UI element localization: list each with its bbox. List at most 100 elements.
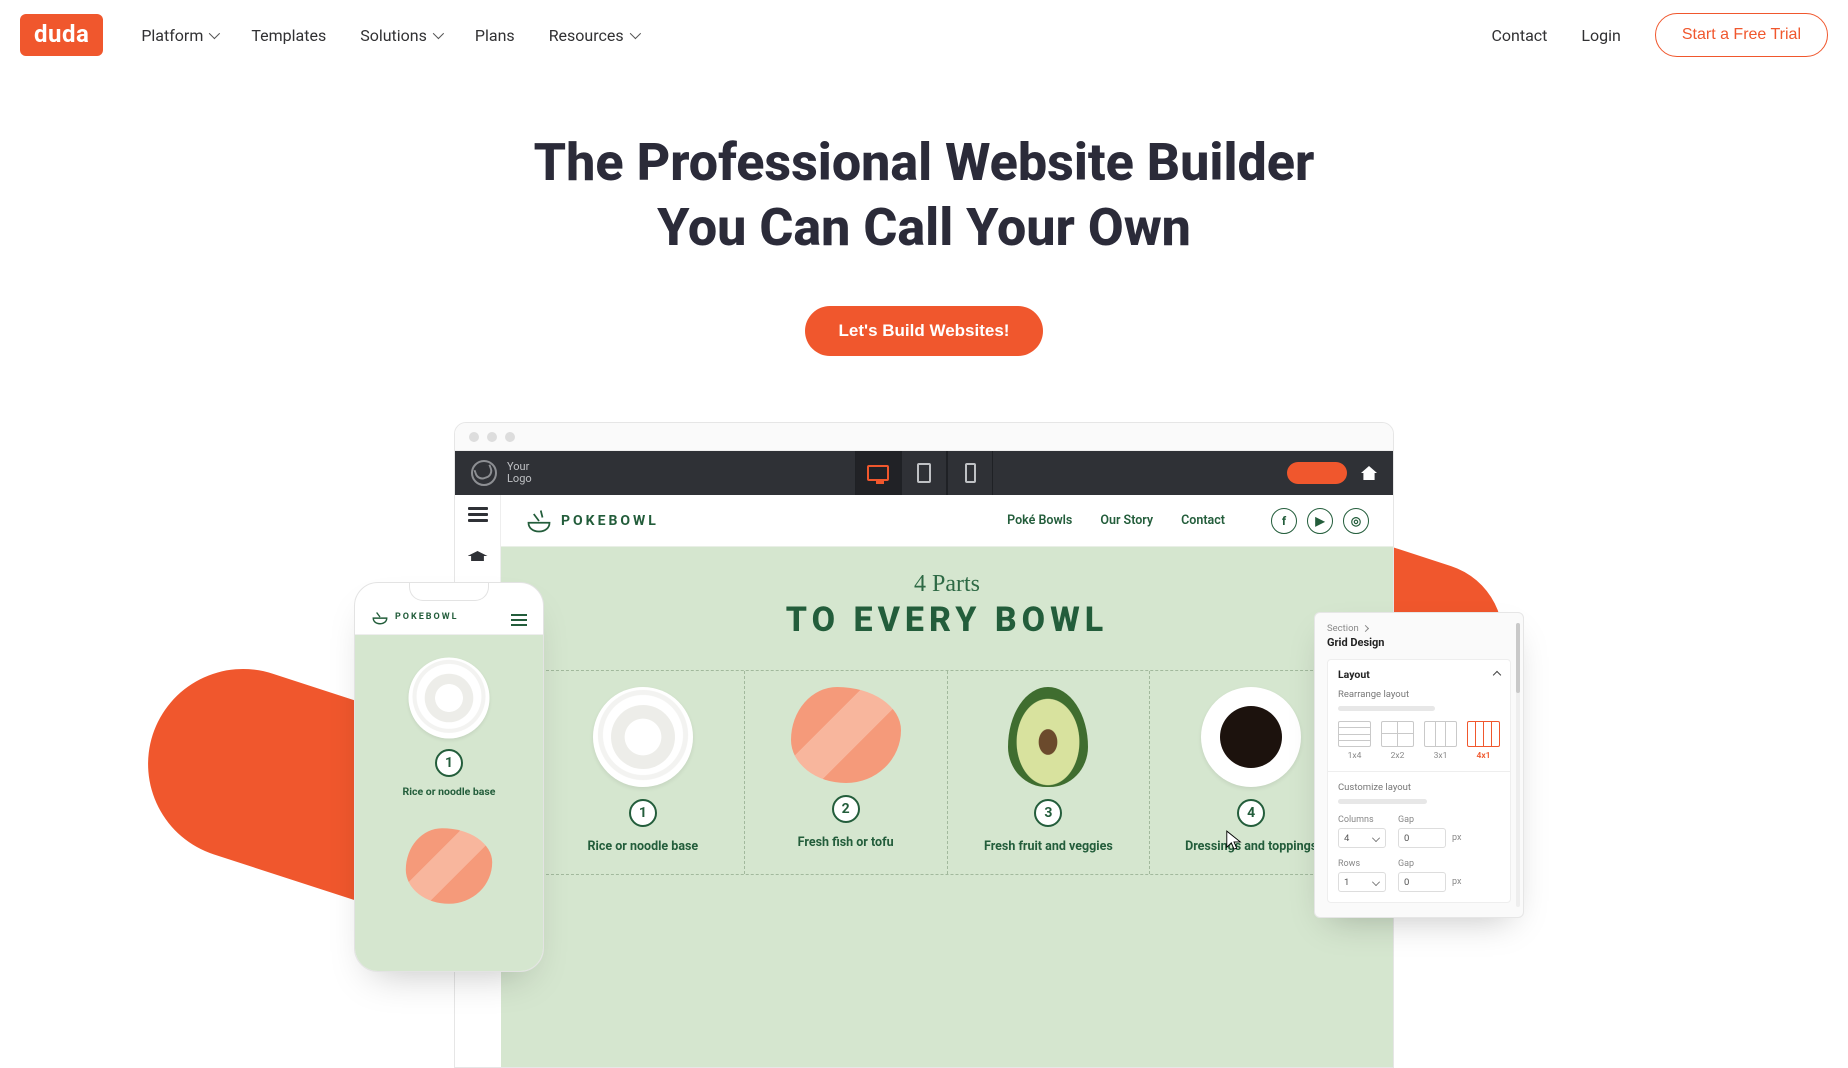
hero-headline: The Professional Website Builder You Can… (0, 130, 1848, 260)
window-dot-icon (505, 432, 515, 442)
field-label: Rows (1338, 859, 1360, 869)
chevron-down-icon (433, 28, 444, 39)
desktop-icon (867, 465, 889, 481)
site-nav: Poké Bowls Our Story Contact (1007, 513, 1225, 528)
site-nav-link[interactable]: Our Story (1100, 513, 1153, 528)
step-number: 4 (1237, 799, 1265, 827)
nav-label: Templates (251, 26, 326, 45)
device-desktop-tab[interactable] (855, 451, 901, 495)
layout-option-1x4[interactable] (1338, 721, 1371, 747)
layout-options (1338, 721, 1500, 747)
layout-label: 3x1 (1424, 751, 1457, 761)
publish-button[interactable] (1287, 462, 1347, 484)
site-preview: POKEBOWL Poké Bowls Our Story Contact f … (455, 495, 1393, 1067)
columns-row: Columns 4 Gap 0 px (1338, 812, 1500, 848)
field-label: Gap (1398, 859, 1414, 869)
card-3[interactable]: 3 Fresh fruit and veggies (948, 671, 1151, 874)
nav-login[interactable]: Login (1581, 26, 1620, 45)
left-tool-rail (455, 495, 501, 595)
site-logo[interactable]: POKEBOWL (525, 507, 659, 535)
rearrange-label: Rearrange layout (1338, 689, 1500, 700)
youtube-icon[interactable]: ▶ (1307, 508, 1333, 534)
nav-contact[interactable]: Contact (1491, 26, 1547, 45)
phone-mockup: POKEBOWL 1 Rice or noodle base (354, 582, 544, 972)
site-nav-link[interactable]: Contact (1181, 513, 1225, 528)
gap-input-2[interactable]: 0 (1398, 872, 1446, 892)
browser-chrome (455, 423, 1393, 451)
section-header[interactable]: Layout (1338, 668, 1500, 681)
layout-section: Layout Rearrange layout 1x4 2x2 3x1 4x1 … (1327, 659, 1511, 903)
layout-option-4x1[interactable] (1467, 721, 1500, 747)
unit-label: px (1452, 877, 1461, 887)
window-dot-icon (469, 432, 479, 442)
brand-logo[interactable]: duda (20, 14, 103, 56)
start-trial-button[interactable]: Start a Free Trial (1655, 13, 1828, 57)
avocado-image (1008, 687, 1088, 787)
cursor-icon (1225, 829, 1243, 853)
nav-solutions[interactable]: Solutions (360, 26, 441, 45)
chevron-up-icon (1493, 670, 1501, 678)
editor-right-group (1287, 462, 1377, 484)
card-1[interactable]: 1 Rice or noodle base (542, 671, 745, 874)
site-body: 4 Parts TO EVERY BOWL 1 Rice or noodle b… (501, 547, 1393, 1067)
panel-breadcrumb[interactable]: Section (1327, 623, 1511, 634)
lets-build-button[interactable]: Let's Build Websites! (805, 306, 1044, 356)
field-label: Gap (1398, 815, 1414, 825)
gap-input[interactable]: 0 (1398, 828, 1446, 848)
card-label: Rice or noodle base (403, 785, 496, 798)
skeleton-line (1338, 799, 1427, 804)
layout-labels: 1x4 2x2 3x1 4x1 (1338, 751, 1500, 761)
device-switcher (855, 451, 993, 495)
nav-label: Plans (475, 26, 515, 45)
chevron-down-icon (629, 28, 640, 39)
layout-label: 1x4 (1338, 751, 1371, 761)
nav-platform[interactable]: Platform (141, 26, 217, 45)
phone-notch (409, 583, 489, 601)
rice-image (593, 687, 693, 787)
sauce-image (1201, 687, 1301, 787)
education-icon[interactable] (468, 551, 488, 567)
gap-field-2: Gap 0 px (1398, 856, 1461, 892)
layout-option-3x1[interactable] (1424, 721, 1457, 747)
hero: The Professional Website Builder You Can… (0, 130, 1848, 356)
top-nav: duda Platform Templates Solutions Plans … (0, 0, 1848, 70)
editor-logo-icon (471, 460, 497, 486)
rows-select[interactable]: 1 (1338, 872, 1386, 892)
crumb-label: Section (1327, 623, 1359, 634)
skeleton-line (1338, 706, 1435, 711)
layout-label: 2x2 (1381, 751, 1414, 761)
preview-canvas: POKEBOWL Poké Bowls Our Story Contact f … (501, 495, 1393, 1067)
hero-line2: You Can Call Your Own (657, 197, 1191, 258)
phone-brand-text: POKEBOWL (395, 612, 458, 622)
phone-body: 1 Rice or noodle base (355, 635, 543, 972)
step-number: 3 (1034, 799, 1062, 827)
nav-label: Platform (141, 26, 203, 45)
layers-icon[interactable] (468, 507, 488, 523)
salmon-image (791, 687, 901, 783)
site-nav-link[interactable]: Poké Bowls (1007, 513, 1072, 528)
device-mobile-tab[interactable] (947, 451, 993, 495)
menu-icon[interactable] (511, 614, 527, 626)
layout-label: 4x1 (1467, 751, 1500, 761)
facebook-icon[interactable]: f (1271, 508, 1297, 534)
nav-resources[interactable]: Resources (549, 26, 638, 45)
nav-label: Resources (549, 26, 624, 45)
nav-templates[interactable]: Templates (251, 26, 326, 45)
nav-plans[interactable]: Plans (475, 26, 515, 45)
card-2[interactable]: 2 Fresh fish or tofu (745, 671, 948, 874)
instagram-icon[interactable]: ◎ (1343, 508, 1369, 534)
layout-option-2x2[interactable] (1381, 721, 1414, 747)
nav-label: Solutions (360, 26, 427, 45)
panel-scrollbar[interactable] (1516, 623, 1520, 907)
rice-image (409, 658, 490, 739)
home-icon[interactable] (1361, 466, 1377, 480)
gap-field: Gap 0 px (1398, 812, 1461, 848)
phone-site-logo: POKEBOWL (371, 608, 458, 626)
device-tablet-tab[interactable] (901, 451, 947, 495)
nav-left-group: Platform Templates Solutions Plans Resou… (141, 26, 637, 45)
window-dot-icon (487, 432, 497, 442)
salmon-image (406, 828, 492, 904)
field-label: Columns (1338, 815, 1374, 825)
step-number: 1 (629, 799, 657, 827)
columns-select[interactable]: 4 (1338, 828, 1386, 848)
